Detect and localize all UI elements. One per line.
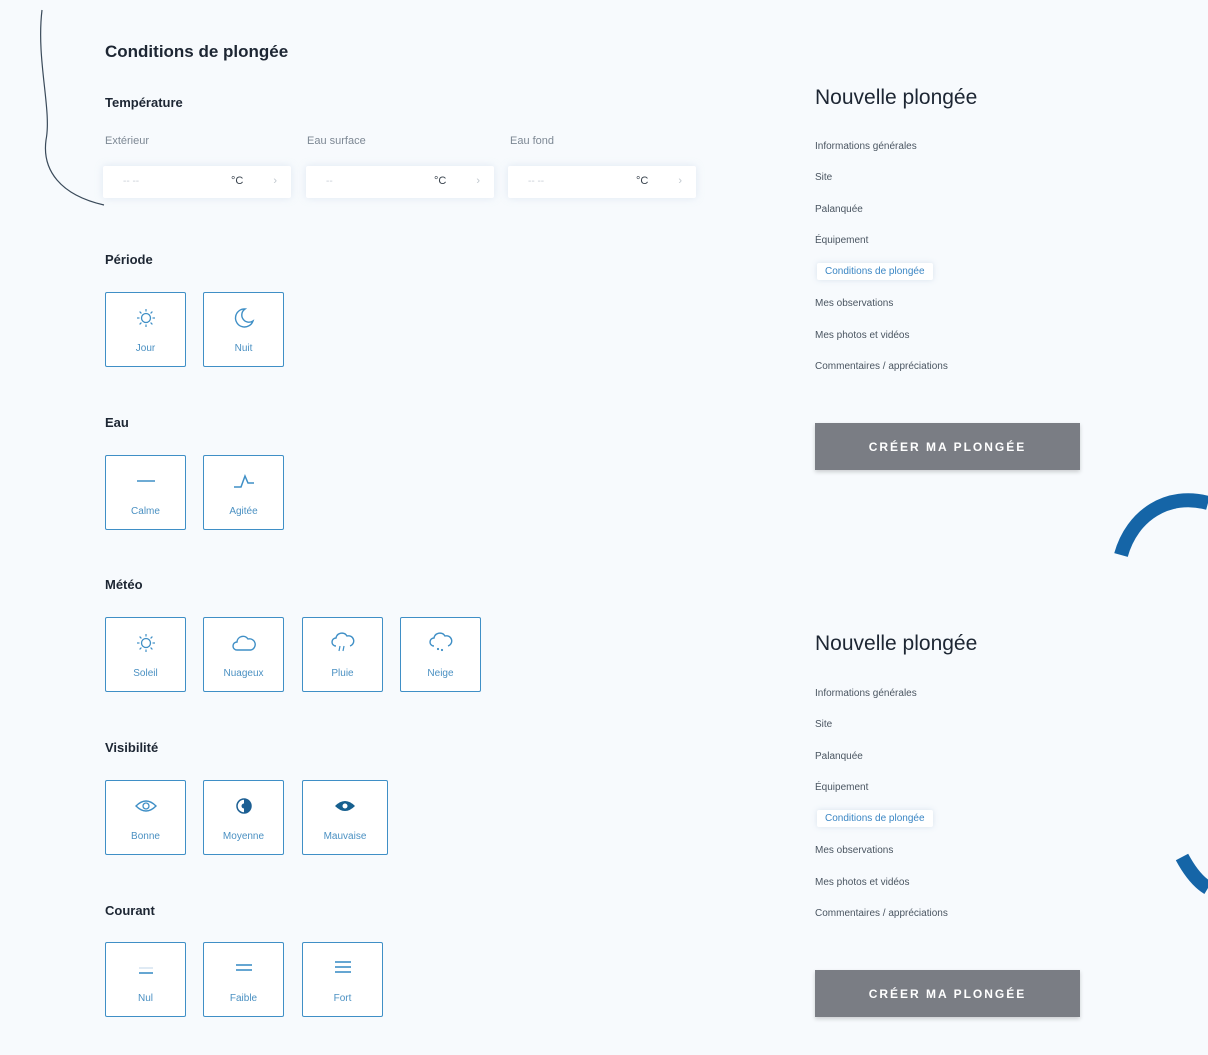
option-fort[interactable]: Fort: [302, 942, 383, 1017]
option-agitee[interactable]: Agitée: [203, 455, 284, 530]
nav-equipement[interactable]: Équipement: [815, 782, 868, 793]
exterior-temp-input[interactable]: -- -- °C ›: [103, 166, 291, 198]
nav-equipement[interactable]: Équipement: [815, 235, 868, 246]
option-label: Nul: [137, 993, 153, 1004]
no-current-icon: [106, 955, 185, 981]
bottom-water-temp-input[interactable]: -- -- °C ›: [508, 166, 696, 198]
strong-current-icon: [303, 955, 382, 981]
surface-water-label: Eau surface: [307, 135, 366, 147]
nav-mes-photos-et-videos[interactable]: Mes photos et vidéos: [815, 330, 910, 341]
create-dive-button[interactable]: CRÉER MA PLONGÉE: [815, 423, 1080, 470]
option-label: Pluie: [331, 668, 354, 679]
celsius-unit: °C: [434, 175, 447, 187]
option-label: Calme: [131, 506, 160, 517]
option-label: Nuageux: [223, 668, 264, 679]
panel-title: Nouvelle plongée: [815, 632, 978, 655]
panel-title: Nouvelle plongée: [815, 86, 978, 109]
surface-water-temp-value: --: [326, 176, 333, 187]
periode-title: Période: [105, 252, 153, 267]
option-pluie[interactable]: Pluie: [302, 617, 383, 692]
option-faible[interactable]: Faible: [203, 942, 284, 1017]
option-label: Agitée: [229, 506, 258, 517]
cloud-icon: [204, 630, 283, 656]
celsius-unit: °C: [231, 175, 244, 187]
moon-icon: [204, 305, 283, 331]
exterior-temp-value: -- --: [123, 176, 140, 187]
option-label: Jour: [135, 343, 156, 354]
rain-icon: [303, 630, 382, 656]
celsius-unit: °C: [636, 175, 649, 187]
option-nuageux[interactable]: Nuageux: [203, 617, 284, 692]
thin-curve-line: [40, 9, 105, 206]
nav-conditions-de-plongee[interactable]: Conditions de plongée: [817, 263, 933, 280]
sun-icon: [106, 630, 185, 656]
weak-current-icon: [204, 955, 283, 981]
stepper-icon[interactable]: ›: [678, 175, 682, 187]
closed-eye-icon: [303, 793, 387, 819]
option-neige[interactable]: Neige: [400, 617, 481, 692]
bottom-water-temp-value: -- --: [528, 176, 545, 187]
option-bonne[interactable]: Bonne: [105, 780, 186, 855]
half-eye-icon: [204, 793, 283, 819]
sun-icon: [106, 305, 185, 331]
nav-mes-photos-et-videos[interactable]: Mes photos et vidéos: [815, 877, 910, 888]
flat-water-icon: [106, 468, 185, 494]
option-label: Moyenne: [222, 831, 265, 842]
option-label: Faible: [229, 993, 258, 1004]
bottom-water-label: Eau fond: [510, 135, 555, 147]
nav-conditions-de-plongee[interactable]: Conditions de plongée: [817, 810, 933, 827]
blue-arc-top: [1114, 493, 1208, 558]
snow-icon: [401, 630, 480, 656]
option-soleil[interactable]: Soleil: [105, 617, 186, 692]
option-label: Fort: [333, 993, 352, 1004]
option-mauvaise[interactable]: Mauvaise: [302, 780, 388, 855]
create-dive-button[interactable]: CRÉER MA PLONGÉE: [815, 970, 1080, 1017]
temperature-title: Température: [105, 95, 183, 110]
option-label: Neige: [427, 668, 454, 679]
option-label: Soleil: [133, 668, 158, 679]
option-nul[interactable]: Nul: [105, 942, 186, 1017]
option-calme[interactable]: Calme: [105, 455, 186, 530]
stepper-icon[interactable]: ›: [476, 175, 480, 187]
option-label: Mauvaise: [323, 831, 367, 842]
nav-palanquee[interactable]: Palanquée: [815, 204, 863, 215]
option-label: Bonne: [131, 831, 160, 842]
option-jour[interactable]: Jour: [105, 292, 186, 367]
option-label: Nuit: [234, 343, 253, 354]
courant-title: Courant: [105, 903, 155, 918]
option-nuit[interactable]: Nuit: [203, 292, 284, 367]
nav-site[interactable]: Site: [815, 172, 832, 183]
nav-mes-observations[interactable]: Mes observations: [815, 845, 893, 856]
nav-commentaires[interactable]: Commentaires / appréciations: [815, 361, 948, 372]
nav-site[interactable]: Site: [815, 719, 832, 730]
eau-title: Eau: [105, 415, 129, 430]
eye-icon: [106, 793, 185, 819]
nav-commentaires[interactable]: Commentaires / appréciations: [815, 908, 948, 919]
nav-informations-generales[interactable]: Informations générales: [815, 141, 917, 152]
surface-water-temp-input[interactable]: -- °C ›: [306, 166, 494, 198]
nav-informations-generales[interactable]: Informations générales: [815, 688, 917, 699]
meteo-title: Météo: [105, 577, 143, 592]
blue-arc-bottom: [1175, 853, 1208, 895]
nav-palanquee[interactable]: Palanquée: [815, 751, 863, 762]
nav-mes-observations[interactable]: Mes observations: [815, 298, 893, 309]
option-moyenne[interactable]: Moyenne: [203, 780, 284, 855]
page-title: Conditions de plongée: [105, 42, 289, 61]
stepper-icon[interactable]: ›: [273, 175, 277, 187]
visibilite-title: Visibilité: [105, 740, 159, 755]
wave-icon: [204, 468, 283, 494]
exterior-label: Extérieur: [105, 135, 150, 147]
